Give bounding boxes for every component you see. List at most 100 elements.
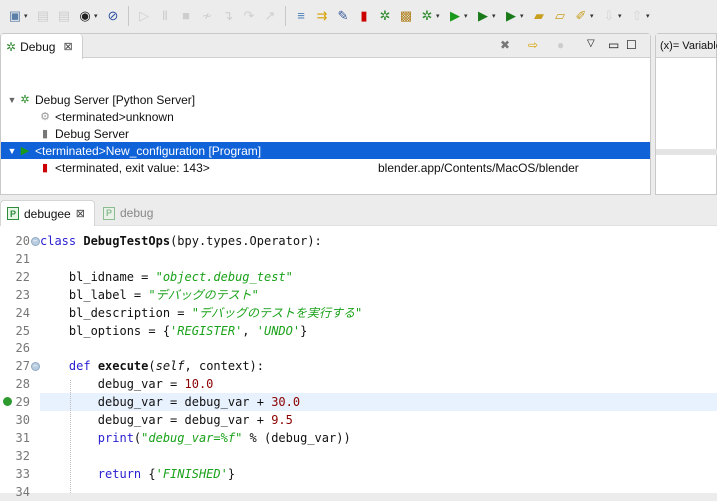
code-token: "デバッグのテスト" xyxy=(148,288,259,303)
open-folder-icon[interactable]: ▱ xyxy=(551,7,569,25)
tree-item[interactable]: ▮ Debug Server xyxy=(1,125,650,142)
pydev-threads-icon[interactable]: ● xyxy=(557,38,564,52)
dropdown-arrow-icon[interactable]: ▾ xyxy=(464,12,471,20)
code-line[interactable]: 21 xyxy=(0,250,717,268)
code-token: DebugTestOps xyxy=(83,234,171,248)
line-number: 23 xyxy=(15,287,30,302)
terminated-thread-icon: ⚙ xyxy=(40,111,50,123)
fold-icon[interactable]: − xyxy=(30,236,40,246)
code-token: , xyxy=(242,323,257,338)
dropdown-arrow-icon[interactable]: ▾ xyxy=(94,12,101,20)
breakpoint-icon[interactable] xyxy=(3,397,12,406)
pydev-stop-server-icon[interactable]: ✲ xyxy=(376,7,394,25)
line-number: 33 xyxy=(15,466,30,481)
tree-item-label: Debug Server xyxy=(55,126,130,141)
code-line[interactable]: 34 xyxy=(0,483,717,501)
code-token: } xyxy=(300,323,308,338)
previous-annotation-icon[interactable]: ⇧ xyxy=(628,7,646,25)
view-menu-icon[interactable]: ▽ xyxy=(587,38,595,49)
tab-debug[interactable]: ✲ Debug ⊠ xyxy=(1,34,83,59)
code-token: execute xyxy=(97,359,149,374)
code-token: debug_var = debug_var + xyxy=(40,413,272,427)
close-icon[interactable]: ⊠ xyxy=(76,207,85,220)
use-step-filters-icon[interactable]: ⇉ xyxy=(313,7,331,25)
open-type-icon[interactable]: ▰ xyxy=(530,7,548,25)
code-line[interactable]: 32 xyxy=(0,447,717,465)
tree-item-label: <terminated>New_configuration [Program] xyxy=(35,143,262,158)
new-icon[interactable]: ▣ xyxy=(6,7,24,25)
dropdown-arrow-icon[interactable]: ▾ xyxy=(24,12,31,20)
horizontal-scrollbar[interactable] xyxy=(656,149,717,155)
minimize-icon[interactable]: ▭ xyxy=(608,38,619,52)
pydev-console-icon[interactable]: ✎ xyxy=(334,7,352,25)
tab-debugee[interactable]: P debugee ⊠ xyxy=(0,200,95,226)
current-line[interactable]: 29 debug_var = debug_var + 30.0 xyxy=(16,393,717,412)
debug-icon[interactable]: ✲ xyxy=(418,7,436,25)
dropdown-arrow-icon[interactable]: ▾ xyxy=(520,12,527,20)
terminate-icon[interactable]: ■ xyxy=(177,7,195,25)
save-all-icon[interactable]: ▤ xyxy=(55,7,73,25)
code-line[interactable]: 33 return {'FINISHED'} xyxy=(0,465,717,483)
step-into-icon[interactable]: ↴ xyxy=(219,7,237,25)
resume-icon[interactable]: ▷ xyxy=(135,7,153,25)
perspective-icon[interactable]: ◉ xyxy=(76,7,94,25)
fold-icon[interactable]: − xyxy=(30,361,40,371)
code-line[interactable]: 28 debug_var = 10.0 xyxy=(0,375,717,393)
debug-view-tabbar: ✲ Debug ⊠ ✖ ⇨ ● ▽ ▭ ☐ xyxy=(1,34,650,59)
run-icon[interactable]: ▶ xyxy=(446,7,464,25)
code-line[interactable]: 30 debug_var = debug_var + 9.5 xyxy=(0,411,717,429)
code-line[interactable]: 27− def execute(self, context): xyxy=(0,357,717,375)
launch-config-icon: ▶ xyxy=(20,145,30,157)
tab-variables[interactable]: (x)= Variables xyxy=(660,40,717,52)
code-token: 9.5 xyxy=(271,413,293,427)
line-number: 32 xyxy=(15,448,30,463)
close-icon[interactable]: ⊠ xyxy=(63,40,72,53)
external-tools-icon[interactable]: ▶ xyxy=(502,7,520,25)
pydev-open-icon[interactable]: ▩ xyxy=(397,7,415,25)
dropdown-arrow-icon[interactable]: ▾ xyxy=(492,12,499,20)
dropdown-arrow-icon[interactable]: ▾ xyxy=(618,12,625,20)
tab-debug[interactable]: P debug xyxy=(97,200,159,226)
tree-item[interactable]: ⚙ <terminated>unknown xyxy=(1,108,650,125)
line-number: 28 xyxy=(15,377,30,392)
dropdown-arrow-icon[interactable]: ▾ xyxy=(436,12,443,20)
code-line[interactable]: 31 print("debug_var=%f" % (debug_var)) xyxy=(0,429,717,447)
code-token: ( xyxy=(148,359,156,374)
python-file-icon: P xyxy=(7,207,19,220)
maximize-icon[interactable]: ☐ xyxy=(626,38,637,52)
dropdown-arrow-icon[interactable]: ▾ xyxy=(590,12,597,20)
code-line[interactable]: 24 bl_description = "デバッグのテストを実行する" xyxy=(0,304,717,322)
expand-toggle-icon[interactable]: ▼ xyxy=(7,146,17,156)
drop-to-frame-icon[interactable]: ≡ xyxy=(292,7,310,25)
disconnect-icon[interactable]: ≁ xyxy=(198,7,216,25)
code-line[interactable]: 22 bl_idname = "object.debug_test" xyxy=(0,268,717,286)
use-step-filters-icon[interactable]: ⇨ xyxy=(528,38,538,52)
coverage-icon[interactable]: ▶ xyxy=(474,7,492,25)
line-number: 31 xyxy=(15,430,30,445)
code-line[interactable]: 25 bl_options = {'REGISTER', 'UNDO'} xyxy=(0,322,717,340)
code-line[interactable]: 26 xyxy=(0,339,717,357)
search-icon[interactable]: ✐ xyxy=(572,7,590,25)
line-number: 30 xyxy=(15,413,30,427)
code-token: bl_idname = xyxy=(40,269,156,284)
step-return-icon[interactable]: ↗ xyxy=(261,7,279,25)
step-over-icon[interactable]: ↷ xyxy=(240,7,258,25)
remove-all-terminated-icon[interactable]: ✖ xyxy=(500,38,510,52)
pydev-start-server-icon[interactable]: ▮ xyxy=(355,7,373,25)
code-line[interactable]: 20− class DebugTestOps (bpy.types.Operator… xyxy=(0,232,717,250)
code-editor: P debugee ⊠ P debug 20− class DebugTestOp… xyxy=(0,200,717,499)
save-icon[interactable]: ▤ xyxy=(34,7,52,25)
suspend-icon[interactable]: Ⅱ xyxy=(156,7,174,25)
expand-toggle-icon[interactable]: ▼ xyxy=(7,95,17,105)
next-annotation-icon[interactable]: ⇩ xyxy=(600,7,618,25)
code-line[interactable]: 23 bl_label = "デバッグのテスト" xyxy=(0,286,717,304)
tree-item[interactable]: ▼ ▶ <terminated>New_configuration [Program… xyxy=(1,142,650,159)
dropdown-arrow-icon[interactable]: ▾ xyxy=(646,12,653,20)
tree-item[interactable]: ▮ <terminated, exit value: 143> blender.ap… xyxy=(1,159,650,176)
process-path: blender.app/Contents/MacOS/blender xyxy=(378,160,579,175)
tree-item[interactable]: ▼ ✲ Debug Server [Python Server] xyxy=(1,91,650,108)
tab-label: debug xyxy=(120,206,154,220)
skip-breakpoints-icon[interactable]: ⊘ xyxy=(104,7,122,25)
